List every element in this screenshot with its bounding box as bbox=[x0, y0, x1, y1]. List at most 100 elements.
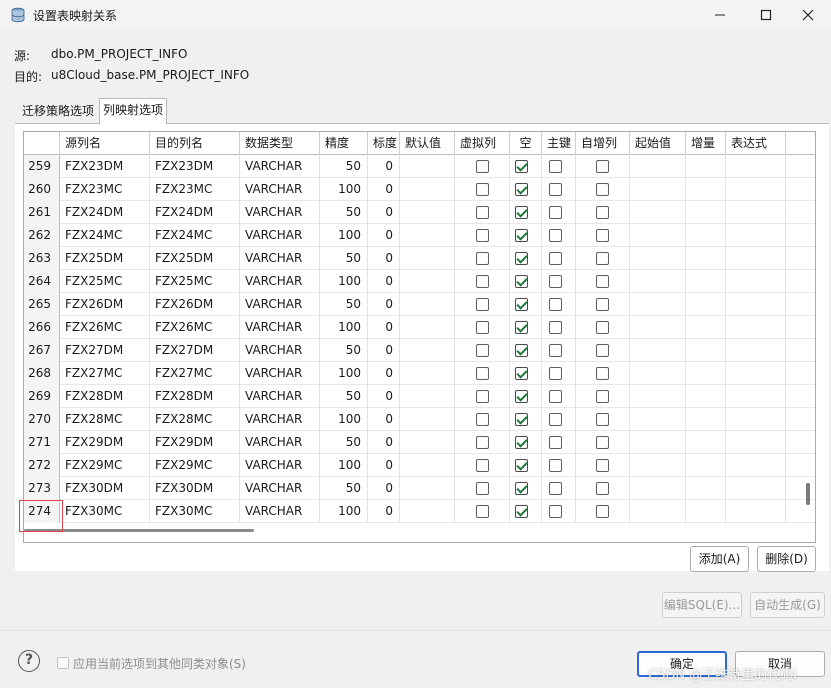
source-column-cell[interactable]: FZX26MC bbox=[60, 316, 150, 339]
precision-cell[interactable]: 50 bbox=[320, 293, 368, 316]
auto-increment-cell[interactable] bbox=[576, 155, 630, 178]
auto-increment-cell[interactable] bbox=[576, 500, 630, 523]
primary-key-checkbox[interactable] bbox=[549, 482, 562, 495]
data-type-cell[interactable]: VARCHAR bbox=[240, 270, 320, 293]
row-number[interactable]: 272 bbox=[24, 454, 60, 477]
expression-cell[interactable] bbox=[726, 224, 786, 247]
primary-key-cell[interactable] bbox=[542, 431, 576, 454]
precision-cell[interactable]: 100 bbox=[320, 316, 368, 339]
expression-cell[interactable] bbox=[726, 155, 786, 178]
scale-cell[interactable]: 0 bbox=[368, 408, 400, 431]
auto-increment-checkbox[interactable] bbox=[596, 321, 609, 334]
expression-cell[interactable] bbox=[726, 201, 786, 224]
auto-increment-checkbox[interactable] bbox=[596, 252, 609, 265]
default-value-cell[interactable] bbox=[400, 431, 455, 454]
nullable-checkbox[interactable] bbox=[515, 206, 528, 219]
table-row[interactable]: 267 FZX27DM FZX27DM VARCHAR 50 0 bbox=[24, 339, 815, 362]
source-column-cell[interactable]: FZX24DM bbox=[60, 201, 150, 224]
row-number[interactable]: 261 bbox=[24, 201, 60, 224]
nullable-checkbox[interactable] bbox=[515, 413, 528, 426]
start-value-cell[interactable] bbox=[630, 362, 686, 385]
column-header-rownum[interactable] bbox=[24, 132, 60, 155]
nullable-cell[interactable] bbox=[510, 362, 542, 385]
precision-cell[interactable]: 50 bbox=[320, 201, 368, 224]
target-column-cell[interactable]: FZX28MC bbox=[150, 408, 240, 431]
data-type-cell[interactable]: VARCHAR bbox=[240, 454, 320, 477]
expression-cell[interactable] bbox=[726, 385, 786, 408]
source-column-cell[interactable]: FZX28MC bbox=[60, 408, 150, 431]
precision-cell[interactable]: 50 bbox=[320, 477, 368, 500]
nullable-cell[interactable] bbox=[510, 408, 542, 431]
column-header-scale[interactable]: 标度 bbox=[368, 132, 400, 155]
start-value-cell[interactable] bbox=[630, 247, 686, 270]
increment-cell[interactable] bbox=[686, 500, 726, 523]
expression-cell[interactable] bbox=[726, 431, 786, 454]
expression-cell[interactable] bbox=[726, 316, 786, 339]
nullable-checkbox[interactable] bbox=[515, 321, 528, 334]
increment-cell[interactable] bbox=[686, 316, 726, 339]
start-value-cell[interactable] bbox=[630, 178, 686, 201]
primary-key-checkbox[interactable] bbox=[549, 160, 562, 173]
auto-increment-cell[interactable] bbox=[576, 454, 630, 477]
primary-key-checkbox[interactable] bbox=[549, 183, 562, 196]
nullable-cell[interactable] bbox=[510, 178, 542, 201]
virtual-column-checkbox[interactable] bbox=[476, 367, 489, 380]
source-column-cell[interactable]: FZX27MC bbox=[60, 362, 150, 385]
start-value-cell[interactable] bbox=[630, 270, 686, 293]
virtual-column-checkbox[interactable] bbox=[476, 482, 489, 495]
virtual-column-cell[interactable] bbox=[455, 178, 510, 201]
scale-cell[interactable]: 0 bbox=[368, 500, 400, 523]
virtual-column-cell[interactable] bbox=[455, 201, 510, 224]
nullable-checkbox[interactable] bbox=[515, 229, 528, 242]
auto-generate-button[interactable]: 自动生成(G) bbox=[750, 592, 825, 618]
source-column-cell[interactable]: FZX29DM bbox=[60, 431, 150, 454]
precision-cell[interactable]: 50 bbox=[320, 247, 368, 270]
target-column-cell[interactable]: FZX26MC bbox=[150, 316, 240, 339]
auto-increment-checkbox[interactable] bbox=[596, 275, 609, 288]
auto-increment-cell[interactable] bbox=[576, 339, 630, 362]
virtual-column-checkbox[interactable] bbox=[476, 183, 489, 196]
column-header-nullable[interactable]: 空 bbox=[510, 132, 542, 155]
auto-increment-checkbox[interactable] bbox=[596, 459, 609, 472]
start-value-cell[interactable] bbox=[630, 500, 686, 523]
nullable-cell[interactable] bbox=[510, 155, 542, 178]
increment-cell[interactable] bbox=[686, 431, 726, 454]
virtual-column-checkbox[interactable] bbox=[476, 344, 489, 357]
data-type-cell[interactable]: VARCHAR bbox=[240, 201, 320, 224]
nullable-cell[interactable] bbox=[510, 431, 542, 454]
nullable-checkbox[interactable] bbox=[515, 436, 528, 449]
column-header-source-column[interactable]: 源列名 bbox=[60, 132, 150, 155]
precision-cell[interactable]: 100 bbox=[320, 224, 368, 247]
default-value-cell[interactable] bbox=[400, 500, 455, 523]
primary-key-checkbox[interactable] bbox=[549, 505, 562, 518]
increment-cell[interactable] bbox=[686, 362, 726, 385]
primary-key-checkbox[interactable] bbox=[549, 390, 562, 403]
precision-cell[interactable]: 100 bbox=[320, 454, 368, 477]
auto-increment-cell[interactable] bbox=[576, 408, 630, 431]
default-value-cell[interactable] bbox=[400, 178, 455, 201]
precision-cell[interactable]: 50 bbox=[320, 339, 368, 362]
table-row[interactable]: 274 FZX30MC FZX30MC VARCHAR 100 0 bbox=[24, 500, 815, 523]
virtual-column-checkbox[interactable] bbox=[476, 321, 489, 334]
auto-increment-checkbox[interactable] bbox=[596, 413, 609, 426]
expression-cell[interactable] bbox=[726, 247, 786, 270]
virtual-column-cell[interactable] bbox=[455, 155, 510, 178]
data-type-cell[interactable]: VARCHAR bbox=[240, 500, 320, 523]
table-row[interactable]: 266 FZX26MC FZX26MC VARCHAR 100 0 bbox=[24, 316, 815, 339]
auto-increment-cell[interactable] bbox=[576, 224, 630, 247]
nullable-checkbox[interactable] bbox=[515, 183, 528, 196]
row-number[interactable]: 271 bbox=[24, 431, 60, 454]
auto-increment-checkbox[interactable] bbox=[596, 436, 609, 449]
virtual-column-cell[interactable] bbox=[455, 454, 510, 477]
increment-cell[interactable] bbox=[686, 385, 726, 408]
auto-increment-cell[interactable] bbox=[576, 247, 630, 270]
default-value-cell[interactable] bbox=[400, 408, 455, 431]
scale-cell[interactable]: 0 bbox=[368, 385, 400, 408]
scale-cell[interactable]: 0 bbox=[368, 339, 400, 362]
nullable-cell[interactable] bbox=[510, 224, 542, 247]
increment-cell[interactable] bbox=[686, 270, 726, 293]
virtual-column-cell[interactable] bbox=[455, 431, 510, 454]
primary-key-checkbox[interactable] bbox=[549, 459, 562, 472]
default-value-cell[interactable] bbox=[400, 385, 455, 408]
row-number[interactable]: 263 bbox=[24, 247, 60, 270]
